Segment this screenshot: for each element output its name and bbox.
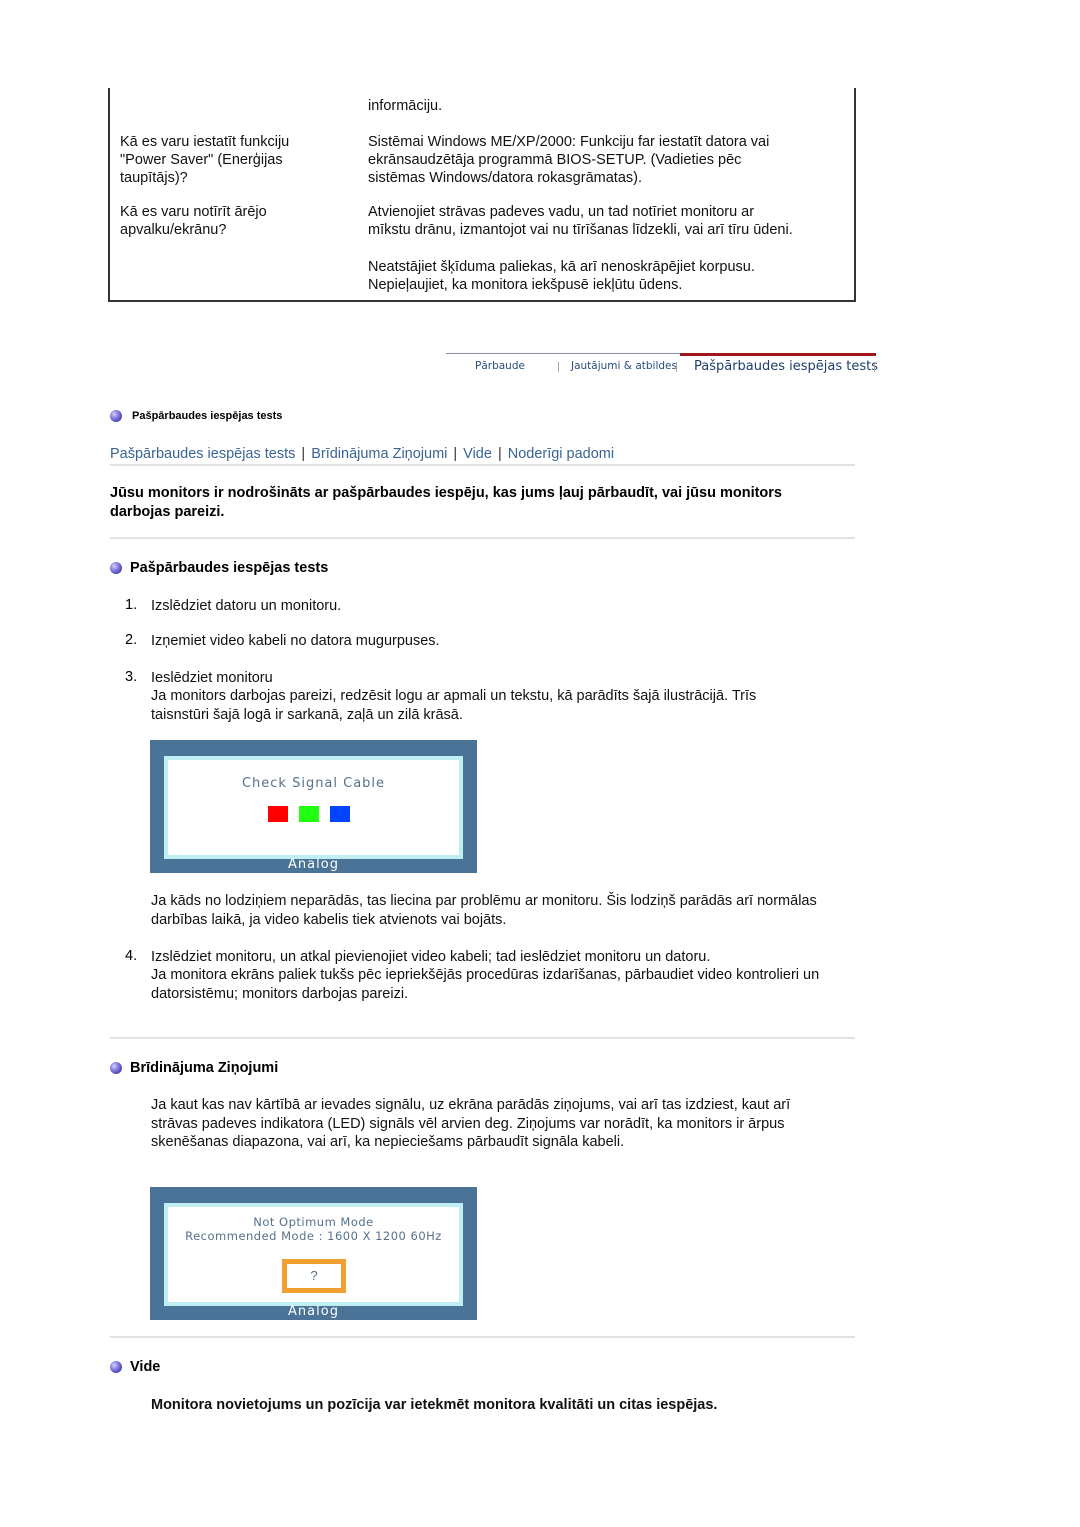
faq-q1-line: "Power Saver" (Enerģijas [120, 152, 283, 168]
screen-window: Check Signal Cable [164, 756, 463, 859]
step-number: 3. [125, 669, 138, 685]
section-crumb: Pašpārbaudes iespējas tests [110, 410, 282, 422]
section-heading-environment: Vide [110, 1359, 160, 1375]
divider [110, 464, 855, 466]
top-nav: Pārbaude Jautājumi & atbildes Pašpārbaud… [446, 353, 878, 383]
bullet-icon [110, 1361, 122, 1373]
step-number: 2. [125, 632, 138, 648]
link-separator: | [453, 446, 458, 462]
section-title: Vide [130, 1359, 161, 1375]
crumb-label: Pašpārbaudes iespējas tests [132, 410, 283, 422]
screen-footer: Analog [288, 857, 339, 872]
step-text: Izņemiet video kabeli no datora mugurpus… [151, 633, 440, 649]
section-title: Brīdinājuma Ziņojumi [130, 1060, 279, 1076]
tab-jautajumi-atbildes[interactable]: Jautājumi & atbildes [571, 360, 677, 372]
faq-answer-continued: informāciju. [368, 98, 443, 114]
section-links: Pašpārbaudes iespējas tests | Brīdinājuma … [110, 446, 855, 462]
divider [110, 537, 855, 539]
screen-footer: Analog [288, 1304, 339, 1319]
faq-a3-line: Nepieļaujiet, ka monitora iekšpusē iekļū… [368, 277, 683, 293]
faq-a2-line: mīkstu drānu, izmantojot vai nu tīrīšana… [368, 222, 793, 238]
tab-separator [676, 362, 677, 372]
section-title: Pašpārbaudes iespējas tests [130, 560, 329, 576]
faq-q2-line: Kā es varu notīrīt ārējo [120, 204, 267, 220]
step-number: 4. [125, 948, 138, 964]
section-heading-self-test: Pašpārbaudes iespējas tests [110, 560, 328, 576]
faq-a1-line: ekrānsaudzētāja programmā BIOS-SETUP. (V… [368, 152, 742, 168]
screen-message: Check Signal Cable [241, 776, 386, 791]
after-image-text: Ja kāds no lodziņiem neparādās, tas liec… [151, 893, 817, 928]
tab-separator [874, 362, 875, 372]
intro-text: Jūsu monitors ir nodrošināts ar pašpārba… [110, 485, 782, 520]
link-vide[interactable]: Vide [463, 446, 492, 462]
red-square [268, 806, 288, 822]
faq-question-power-saver: Kā es varu iestatīt funkciju "Power Save… [120, 133, 350, 187]
link-separator: | [301, 446, 306, 462]
step-text: Izslēdziet datoru un monitoru. [151, 598, 342, 614]
faq-answer-power-saver: Sistēmai Windows ME/XP/2000: Funkciju fa… [368, 133, 858, 187]
faq-table: informāciju. Kā es varu iestatīt funkcij… [108, 88, 856, 302]
nav-active-underline [680, 353, 876, 356]
faq-q2-line: apvalku/ekrānu? [120, 222, 227, 238]
not-optimum-mode-screen-illustration: Not Optimum Mode Recommended Mode : 1600… [150, 1187, 477, 1320]
faq-a3-line: Neatstājiet šķīduma paliekas, kā arī nen… [368, 259, 755, 275]
faq-q1-line: Kā es varu iestatīt funkciju [120, 134, 290, 150]
faq-answer-cleaning-note: Neatstājiet šķīduma paliekas, kā arī nen… [368, 258, 858, 294]
link-separator: | [497, 446, 502, 462]
link-pasparbaudes-tests[interactable]: Pašpārbaudes iespējas tests [110, 446, 295, 462]
divider [110, 1336, 855, 1338]
environment-text: Monitora novietojums un pozīcija var iet… [151, 1397, 718, 1413]
bullet-icon [110, 1062, 122, 1074]
faq-answer-cleaning: Atvienojiet strāvas padeves vadu, un tad… [368, 203, 858, 239]
check-signal-screen-illustration: Check Signal Cable Analog [150, 740, 477, 873]
nav-underline [446, 353, 680, 354]
link-bridinajuma-zinojumi[interactable]: Brīdinājuma Ziņojumi [311, 446, 447, 462]
faq-a2-line: Atvienojiet strāvas padeves vadu, un tad… [368, 204, 755, 220]
blue-square [330, 806, 350, 822]
faq-a1-line: sistēmas Windows/datora rokasgrāmatas). [368, 170, 642, 186]
green-square [299, 806, 319, 822]
faq-question-cleaning: Kā es varu notīrīt ārējo apvalku/ekrānu? [120, 203, 350, 239]
link-noderigi-padomi[interactable]: Noderīgi padomi [508, 446, 614, 462]
divider [110, 1037, 855, 1039]
faq-q1-line: taupītājs)? [120, 170, 188, 186]
bullet-icon [110, 562, 122, 574]
tab-parbaude[interactable]: Pārbaude [475, 360, 525, 372]
warning-text: Ja kaut kas nav kārtībā ar ievades signā… [151, 1097, 791, 1150]
screen-message-line1: Not Optimum Mode [253, 1215, 374, 1229]
help-button: ? [282, 1259, 346, 1293]
faq-a1-line: Sistēmai Windows ME/XP/2000: Funkciju fa… [368, 134, 770, 150]
screen-window: Not Optimum Mode Recommended Mode : 1600… [164, 1203, 463, 1306]
step-text: Ieslēdziet monitoru [151, 670, 273, 686]
section-heading-warnings: Brīdinājuma Ziņojumi [110, 1060, 278, 1076]
step-number: 1. [125, 597, 138, 613]
step-text: Izslēdziet monitoru, un atkal pievienoji… [151, 949, 711, 965]
screen-message-line2: Recommended Mode : 1600 X 1200 60Hz [185, 1229, 442, 1243]
tab-separator [558, 362, 559, 372]
bullet-icon [110, 410, 122, 422]
step-detail: Ja monitors darbojas pareizi, redzēsit l… [151, 688, 757, 723]
step-detail: Ja monitora ekrāns paliek tukšs pēc iepr… [151, 967, 820, 1002]
tab-pasparbaudes-tests[interactable]: Pašpārbaudes iespējas tests [694, 359, 878, 374]
